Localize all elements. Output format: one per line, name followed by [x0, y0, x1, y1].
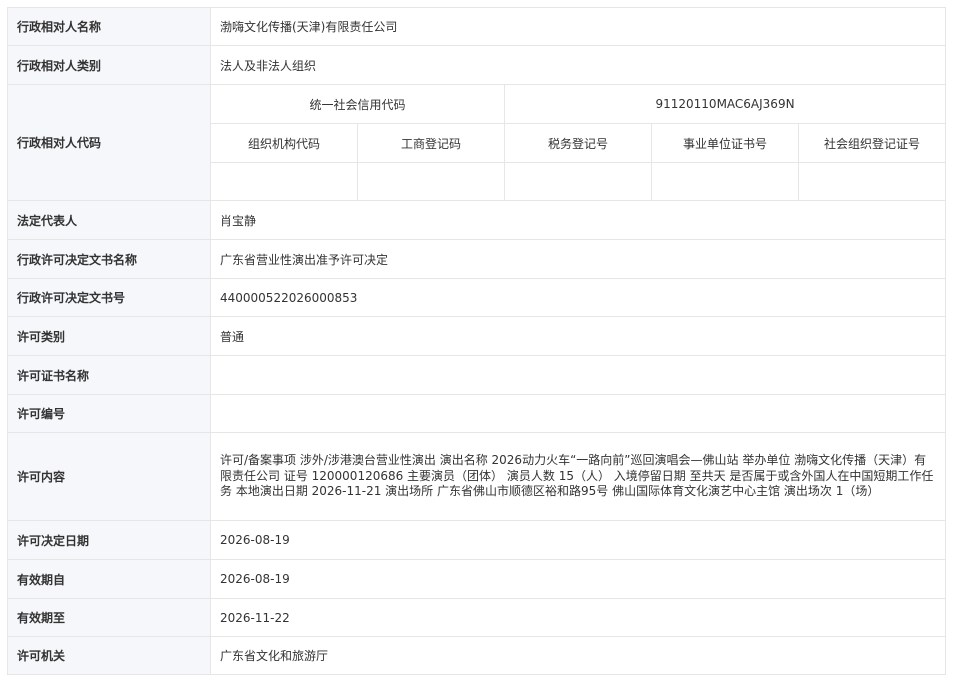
tax-reg-value	[504, 162, 652, 201]
row-name: 行政相对人名称 渤嗨文化传播(天津)有限责任公司	[7, 7, 947, 46]
business-reg-value	[357, 162, 505, 201]
label-doc-name: 行政许可决定文书名称	[7, 239, 211, 279]
business-reg-header: 工商登记码	[357, 123, 505, 163]
label-permit-no: 许可编号	[7, 394, 211, 433]
social-org-reg-header: 社会组织登记证号	[797, 123, 947, 163]
org-code-header: 组织机构代码	[210, 123, 358, 163]
value-valid-from: 2026-08-19	[209, 559, 947, 599]
row-decision-date: 许可决定日期 2026-08-19	[7, 520, 947, 560]
label-decision-date: 许可决定日期	[7, 520, 211, 560]
row-doc-no: 行政许可决定文书号 440000522026000853	[7, 278, 947, 317]
label-valid-to: 有效期至	[7, 598, 211, 637]
row-credit-code: 行政相对人代码 统一社会信用代码 91120110MAC6AJ369N	[7, 84, 947, 201]
value-permit-no	[209, 394, 947, 433]
value-permit-type: 普通	[209, 316, 947, 356]
permit-info-table: 行政相对人名称 渤嗨文化传播(天津)有限责任公司 行政相对人类别 法人及非法人组…	[7, 7, 947, 675]
institution-cert-value	[651, 162, 799, 201]
row-cert-name: 许可证书名称	[7, 355, 947, 395]
label-cert-name: 许可证书名称	[7, 355, 211, 395]
tax-reg-header: 税务登记号	[504, 123, 652, 163]
row-category: 行政相对人类别 法人及非法人组织	[7, 45, 947, 85]
row-valid-from: 有效期自 2026-08-19	[7, 559, 947, 599]
label-name: 行政相对人名称	[7, 7, 211, 46]
label-legal-rep: 法定代表人	[7, 200, 211, 240]
value-doc-name: 广东省营业性演出准予许可决定	[209, 239, 947, 279]
permit-detail-panel: 行政相对人名称 渤嗨文化传播(天津)有限责任公司 行政相对人类别 法人及非法人组…	[7, 7, 947, 675]
value-content: 许可/备案事项 涉外/涉港澳台营业性演出 演出名称 2026动力火车“一路向前”…	[209, 432, 947, 521]
value-category: 法人及非法人组织	[209, 45, 947, 85]
label-code: 行政相对人代码	[7, 84, 211, 201]
row-content: 许可内容 许可/备案事项 涉外/涉港澳台营业性演出 演出名称 2026动力火车“…	[7, 432, 947, 521]
credit-code-label: 统一社会信用代码	[210, 84, 505, 124]
value-doc-no: 440000522026000853	[209, 278, 947, 317]
value-valid-to: 2026-11-22	[209, 598, 947, 637]
label-authority: 许可机关	[7, 636, 211, 675]
value-cert-name	[209, 355, 947, 395]
label-content: 许可内容	[7, 432, 211, 521]
label-category: 行政相对人类别	[7, 45, 211, 85]
row-authority: 许可机关 广东省文化和旅游厅	[7, 636, 947, 675]
row-valid-to: 有效期至 2026-11-22	[7, 598, 947, 637]
value-legal-rep: 肖宝静	[209, 200, 947, 240]
row-legal-rep: 法定代表人 肖宝静	[7, 200, 947, 240]
row-permit-type: 许可类别 普通	[7, 316, 947, 356]
label-permit-type: 许可类别	[7, 316, 211, 356]
org-code-value	[210, 162, 358, 201]
credit-code-value: 91120110MAC6AJ369N	[503, 84, 947, 124]
row-doc-name: 行政许可决定文书名称 广东省营业性演出准予许可决定	[7, 239, 947, 279]
value-authority: 广东省文化和旅游厅	[209, 636, 947, 675]
label-valid-from: 有效期自	[7, 559, 211, 599]
value-name: 渤嗨文化传播(天津)有限责任公司	[209, 7, 947, 46]
label-doc-no: 行政许可决定文书号	[7, 278, 211, 317]
social-org-reg-value	[797, 162, 947, 201]
row-permit-no: 许可编号	[7, 394, 947, 433]
institution-cert-header: 事业单位证书号	[651, 123, 799, 163]
value-decision-date: 2026-08-19	[209, 520, 947, 560]
